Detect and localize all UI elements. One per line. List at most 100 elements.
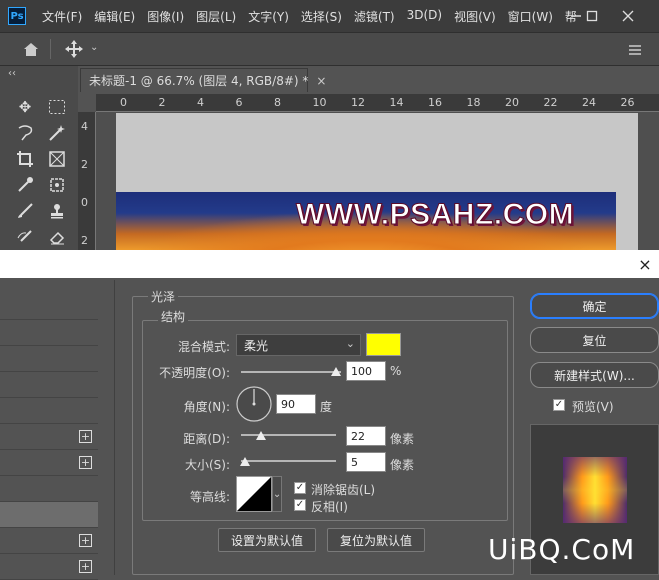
- list-item[interactable]: +: [0, 424, 98, 450]
- menu-select[interactable]: 选择(S): [295, 8, 348, 25]
- opacity-slider-thumb[interactable]: [331, 367, 341, 376]
- move-tool-icon[interactable]: [64, 39, 84, 62]
- list-item[interactable]: [0, 294, 98, 320]
- chevron-down-icon: ⌄: [345, 337, 355, 350]
- menu-filter[interactable]: 滤镜(T): [348, 8, 401, 25]
- blend-mode-select[interactable]: 柔光 ⌄: [236, 334, 361, 356]
- panel-menu-icon[interactable]: [628, 43, 642, 60]
- add-icon[interactable]: +: [79, 534, 92, 547]
- eyedropper-icon[interactable]: [12, 174, 38, 196]
- menu-layer[interactable]: 图层(L): [190, 8, 242, 25]
- list-item-selected[interactable]: [0, 502, 98, 528]
- angle-input[interactable]: 90: [276, 394, 316, 414]
- invert-label: 反相(I): [311, 500, 348, 514]
- ruler-tick-label: 2: [158, 96, 166, 109]
- distance-label: 距离(D):: [183, 432, 230, 446]
- list-item[interactable]: [0, 346, 98, 372]
- ruler-tick-label: 10: [312, 96, 327, 109]
- list-item[interactable]: [0, 320, 98, 346]
- photoshop-window: Ps 文件(F) 编辑(E) 图像(I) 图层(L) 文字(Y) 选择(S) 滤…: [0, 0, 659, 250]
- menu-type[interactable]: 文字(Y): [242, 8, 295, 25]
- artwork-text: WWW.PSAHZ.COM: [295, 198, 575, 232]
- lasso-tool-icon[interactable]: [12, 122, 38, 144]
- chevron-down-icon[interactable]: ⌄: [272, 476, 282, 512]
- menu-image[interactable]: 图像(I): [141, 8, 190, 25]
- close-window-icon[interactable]: [614, 0, 642, 32]
- list-item[interactable]: [0, 398, 98, 424]
- blend-mode-label: 混合模式:: [177, 340, 230, 354]
- menu-items: 文件(F) 编辑(E) 图像(I) 图层(L) 文字(Y) 选择(S) 滤镜(T…: [36, 8, 583, 25]
- document-tab[interactable]: 未标题-1 @ 66.7% (图层 4, RGB/8#) * ×: [80, 68, 326, 92]
- vertical-ruler: 4 2 0 2: [78, 112, 96, 250]
- contour-preview[interactable]: [236, 476, 272, 512]
- blend-color-swatch[interactable]: [366, 333, 401, 356]
- ruler-tick-label: 4: [197, 96, 204, 109]
- history-brush-icon[interactable]: [12, 226, 38, 248]
- contour-label: 等高线:: [189, 490, 230, 504]
- chevron-down-icon[interactable]: ⌄: [90, 42, 98, 53]
- healing-brush-icon[interactable]: [44, 174, 70, 196]
- eraser-tool-icon[interactable]: [44, 226, 70, 248]
- ok-button[interactable]: 确定: [530, 293, 659, 319]
- size-input[interactable]: 5: [346, 452, 386, 472]
- preview-checkbox[interactable]: ✓: [553, 399, 565, 411]
- list-item[interactable]: +: [0, 554, 98, 580]
- angle-label: 角度(N):: [183, 400, 230, 414]
- style-preview-swatch: [563, 457, 627, 523]
- close-icon[interactable]: ×: [635, 254, 655, 274]
- ruler-tick-label: 26: [620, 96, 635, 109]
- menu-file[interactable]: 文件(F): [36, 8, 88, 25]
- brush-tool-icon[interactable]: [12, 200, 38, 222]
- ruler-tick-label: 16: [428, 96, 442, 109]
- add-icon[interactable]: +: [79, 560, 92, 573]
- menu-3d[interactable]: 3D(D): [401, 8, 448, 25]
- menu-view[interactable]: 视图(V): [448, 8, 502, 25]
- add-icon[interactable]: +: [79, 456, 92, 469]
- home-icon[interactable]: [22, 41, 40, 60]
- list-item[interactable]: +: [0, 450, 98, 476]
- marquee-tool-icon[interactable]: [44, 96, 70, 118]
- ruler-tick-label: 4: [81, 120, 88, 133]
- size-slider-track[interactable]: [241, 460, 336, 462]
- frame-tool-icon[interactable]: [44, 148, 70, 170]
- list-item[interactable]: [0, 372, 98, 398]
- group-title: 结构: [158, 308, 189, 325]
- canvas-area[interactable]: WWW.PSAHZ.COM: [96, 112, 659, 250]
- toolbox: ‹‹ ✥: [0, 66, 78, 250]
- collapse-icon[interactable]: ‹‹: [8, 68, 16, 79]
- new-style-button[interactable]: 新建样式(W)...: [530, 362, 659, 388]
- distance-slider-thumb[interactable]: [256, 431, 266, 440]
- list-item[interactable]: +: [0, 528, 98, 554]
- menu-window[interactable]: 窗口(W): [502, 8, 559, 25]
- list-item[interactable]: [0, 476, 98, 502]
- menu-bar: Ps 文件(F) 编辑(E) 图像(I) 图层(L) 文字(Y) 选择(S) 滤…: [0, 0, 659, 32]
- styles-list: + + + +: [0, 280, 114, 580]
- set-default-button[interactable]: 设置为默认值: [218, 528, 316, 552]
- distance-input[interactable]: 22: [346, 426, 386, 446]
- size-label: 大小(S):: [184, 458, 230, 472]
- photoshop-logo: Ps: [8, 7, 26, 25]
- magic-wand-icon[interactable]: [44, 122, 70, 144]
- ruler-tick-label: 0: [120, 96, 127, 109]
- close-tab-icon[interactable]: ×: [316, 74, 326, 88]
- ruler-tick-label: 22: [543, 96, 558, 109]
- reset-button[interactable]: 复位: [530, 327, 659, 353]
- angle-dial[interactable]: [235, 385, 273, 426]
- opacity-slider-track[interactable]: [241, 371, 341, 373]
- section-title: 光泽: [148, 288, 179, 305]
- crop-tool-icon[interactable]: [12, 148, 38, 170]
- antialias-checkbox[interactable]: ✓: [294, 482, 306, 494]
- size-slider-thumb[interactable]: [240, 457, 250, 466]
- maximize-icon[interactable]: [578, 0, 606, 32]
- add-icon[interactable]: +: [79, 430, 92, 443]
- horizontal-ruler: 0 2 4 6 8 10 12 14 16 18 20 22 24 26: [96, 94, 659, 112]
- opacity-input[interactable]: 100: [346, 361, 386, 381]
- invert-checkbox[interactable]: ✓: [294, 499, 306, 511]
- reset-default-button[interactable]: 复位为默认值: [327, 528, 425, 552]
- panel-divider: [114, 280, 115, 575]
- artwork-layer: WWW.PSAHZ.COM: [116, 192, 616, 250]
- menu-edit[interactable]: 编辑(E): [88, 8, 141, 25]
- ruler-tick-label: 6: [235, 96, 243, 109]
- move-tool-icon[interactable]: ✥: [12, 96, 38, 118]
- stamp-tool-icon[interactable]: [44, 200, 70, 222]
